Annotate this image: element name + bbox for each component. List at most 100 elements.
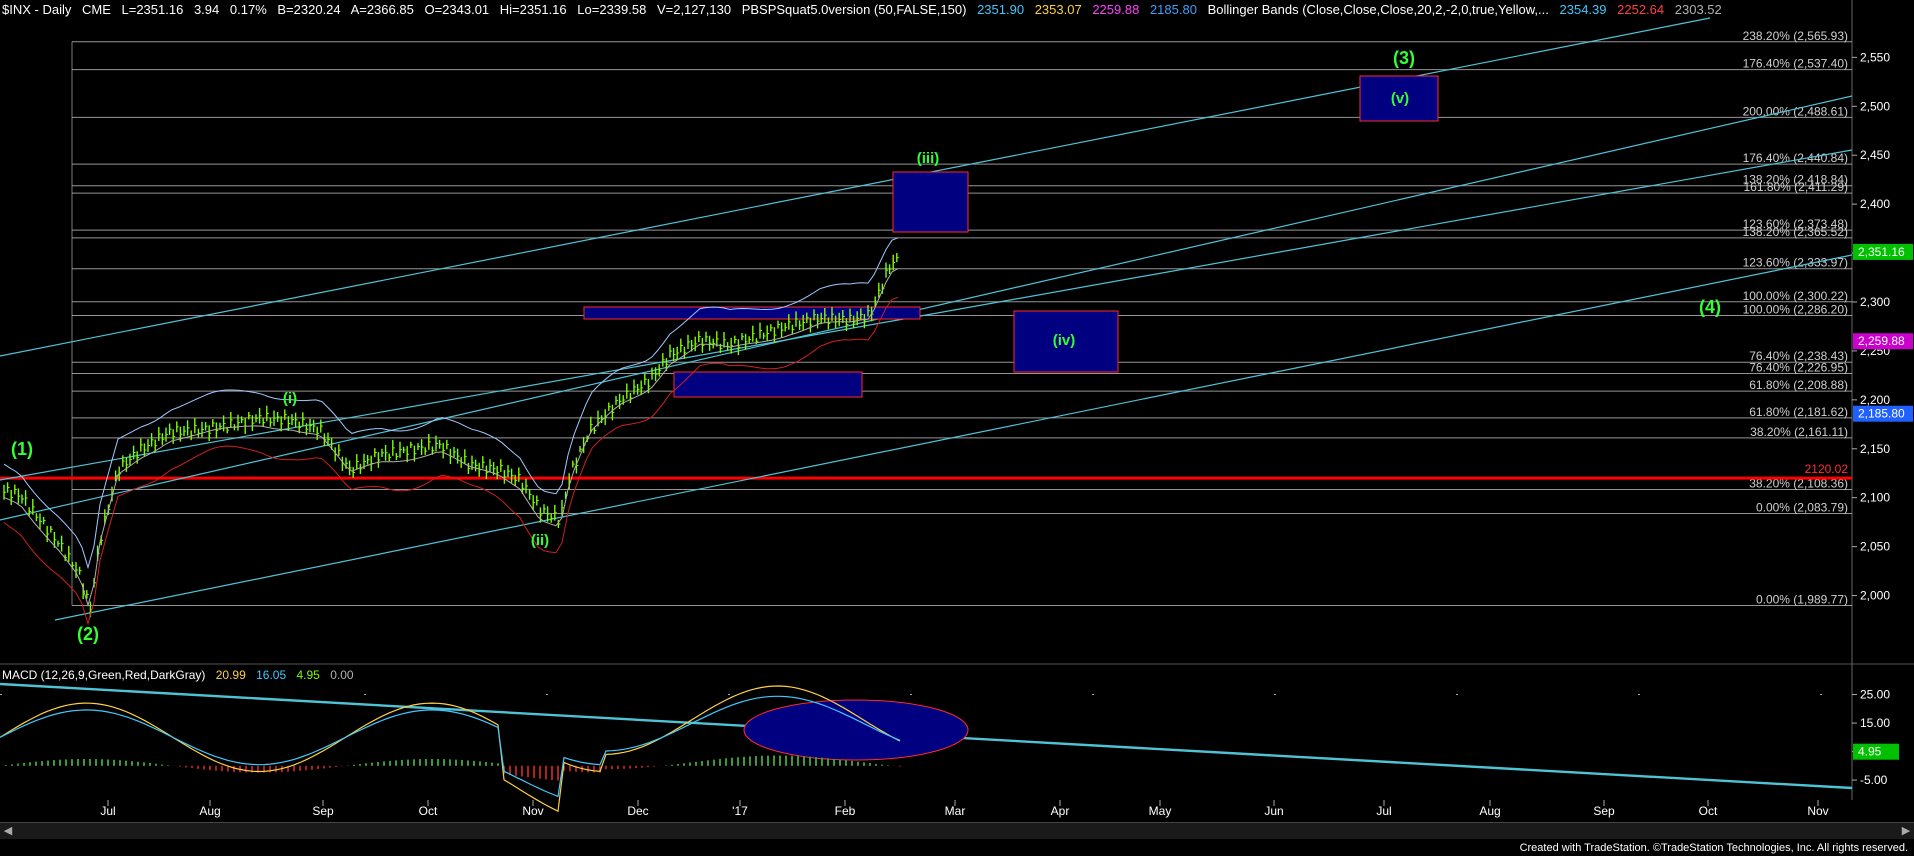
symbol-label: $INX - Daily [2, 2, 72, 17]
pct-change: 0.17% [229, 2, 267, 17]
wave-label: (1) [11, 439, 33, 459]
target-box [892, 171, 969, 233]
fib-label: 38.20% (2,161.11) [1750, 425, 1848, 439]
bollinger-upper [3, 237, 899, 570]
time-tick-label: Sep [312, 804, 334, 818]
price-tick-label: 2,000 [1860, 589, 1890, 603]
target-box [673, 371, 863, 398]
scroll-left-icon[interactable]: ◀ [0, 823, 16, 839]
fib-label: 200.00% (2,488.61) [1743, 104, 1848, 118]
time-tick-label: Oct [419, 804, 438, 818]
macd-line [0, 685, 901, 813]
price-tick-label: 2,300 [1860, 295, 1890, 309]
bollinger-bands [3, 237, 899, 626]
time-tick-label: Aug [1479, 804, 1500, 818]
ask-value: A=2366.85 [350, 2, 414, 17]
time-tick-label: May [1149, 804, 1172, 818]
price-tag-label: 2,351.16 [1858, 245, 1905, 259]
macd-value-3: 4.95 [296, 668, 320, 682]
chart-header: $INX - Daily CME L=2351.16 3.94 0.17% B=… [2, 2, 1729, 20]
bollinger-value-3: 2303.52 [1674, 2, 1722, 17]
bid-value: B=2320.24 [277, 2, 341, 17]
fib-label: 161.80% (2,411.29) [1743, 180, 1848, 194]
fib-label: 100.00% (2,286.20) [1743, 302, 1848, 316]
wave-label: (2) [77, 624, 99, 644]
time-tick-label: Jul [100, 804, 115, 818]
wave-label: (4) [1699, 297, 1721, 317]
price-tick-label: 2,100 [1860, 491, 1890, 505]
price-tick-label: 2,050 [1860, 540, 1890, 554]
time-axis: Jul Aug Sep Oct Nov Dec '17 Feb Mar Apr May Jun Jul A… [100, 800, 1829, 818]
price-tag-label: 2,259.88 [1858, 334, 1905, 348]
indicator-value-2: 2353.07 [1034, 2, 1082, 17]
macd-highlight [743, 699, 969, 761]
price-axis: 2,5502,5002,4502,4002,3502,3002,2502,200… [1852, 50, 1913, 603]
macd-panel: 25.0015.005.00-5.004.95 [0, 682, 1899, 813]
fib-label: 123.60% (2,333.97) [1743, 256, 1848, 270]
fib-label: 238.20% (2,565.93) [1743, 29, 1848, 43]
time-tick-label: Jul [1376, 804, 1391, 818]
fib-label: 61.80% (2,181.62) [1749, 405, 1848, 419]
fib-label: 61.80% (2,208.88) [1749, 378, 1848, 392]
fib-label: 0.00% (1,989.77) [1756, 593, 1848, 607]
fib-label: 176.40% (2,537.40) [1743, 57, 1848, 71]
exchange-label: CME [81, 2, 111, 17]
trend-channels [0, 17, 1853, 621]
time-tick-label: '17 [732, 804, 748, 818]
wave-label: (v) [1391, 90, 1409, 107]
wave-label: (3) [1393, 48, 1415, 68]
macd-tick-label: 25.00 [1860, 688, 1890, 702]
support-label: 2120.02 [1805, 462, 1849, 476]
price-tag-label: 2,185.80 [1858, 407, 1905, 421]
target-boxes [583, 75, 1439, 398]
indicator-label: PBSPSquat5.0version (50,FALSE,150) [741, 2, 967, 17]
low-value: Lo=2339.58 [577, 2, 647, 17]
wave-label: (iii) [917, 150, 940, 167]
wave-label: (ii) [531, 532, 549, 549]
time-tick-label: Dec [627, 804, 648, 818]
macd-tick-label: -5.00 [1860, 773, 1888, 787]
price-tick-label: 2,450 [1860, 148, 1890, 162]
time-tick-label: Nov [1807, 804, 1828, 818]
macd-tag-label: 4.95 [1858, 745, 1882, 759]
indicator-value-3: 2259.88 [1092, 2, 1140, 17]
fib-label: 138.20% (2,365.52) [1743, 225, 1848, 239]
wave-label: (iv) [1053, 332, 1076, 349]
time-tick-label: Feb [835, 804, 856, 818]
wave-label: (i) [283, 390, 297, 407]
fib-label: 76.40% (2,226.95) [1749, 360, 1848, 374]
time-tick-label: Nov [522, 804, 543, 818]
bollinger-value-1: 2354.39 [1559, 2, 1607, 17]
time-tick-label: Mar [945, 804, 966, 818]
volume-value: V=2,127,130 [656, 2, 732, 17]
time-tick-label: Aug [199, 804, 220, 818]
macd-label: MACD (12,26,9,Green,Red,DarkGray) [2, 668, 206, 682]
open-value: O=2343.01 [424, 2, 490, 17]
time-tick-label: Oct [1699, 804, 1718, 818]
scroll-right-icon[interactable]: ▶ [1898, 823, 1914, 839]
indicator-value-1: 2351.90 [977, 2, 1025, 17]
macd-value-2: 16.05 [256, 668, 287, 682]
wave-labels: (1) (2) (i) (ii) (iii) (iv) (v) (3) (4) [11, 48, 1721, 644]
price-tick-label: 2,200 [1860, 393, 1890, 407]
horizontal-scrollbar[interactable]: ◀ ▶ [0, 822, 1914, 839]
change-value: 3.94 [193, 2, 220, 17]
indicator-value-4: 2185.80 [1149, 2, 1197, 17]
price-tick-label: 2,400 [1860, 197, 1890, 211]
macd-value-4: 0.00 [330, 668, 354, 682]
price-tick-label: 2,550 [1860, 50, 1890, 64]
price-tick-label: 2,500 [1860, 99, 1890, 113]
time-tick-label: Jun [1264, 804, 1283, 818]
macd-value-1: 20.99 [215, 668, 246, 682]
price-chart[interactable]: 238.20% (2,565.93) 176.40% (2,537.40) 200.… [0, 0, 1914, 856]
last-price: L=2351.16 [121, 2, 184, 17]
macd-tick-label: 15.00 [1860, 716, 1890, 730]
price-tick-label: 2,150 [1860, 442, 1890, 456]
footer-credit: Created with TradeStation. ©TradeStation… [1519, 842, 1908, 854]
time-tick-label: Sep [1593, 804, 1615, 818]
time-tick-label: Apr [1051, 804, 1070, 818]
bollinger-value-2: 2252.64 [1617, 2, 1665, 17]
fib-label: 0.00% (2,083.79) [1756, 501, 1848, 515]
macd-header: MACD (12,26,9,Green,Red,DarkGray) 20.99 … [2, 668, 361, 682]
high-value: Hi=2351.16 [499, 2, 567, 17]
